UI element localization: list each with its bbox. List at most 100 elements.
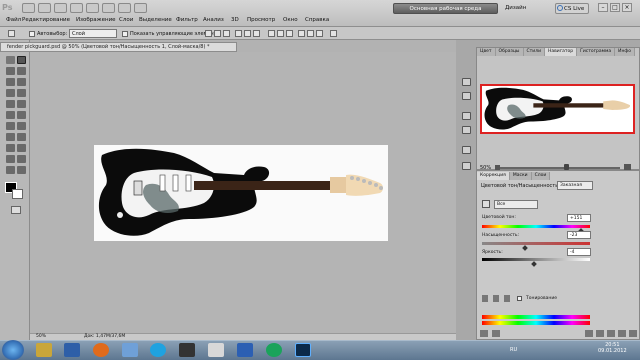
history-brush-tool-icon[interactable] xyxy=(17,100,26,108)
tab-info[interactable]: Инфо xyxy=(615,48,636,56)
gradient-tool-icon[interactable] xyxy=(17,111,26,119)
menu-image[interactable]: Изображение xyxy=(76,17,116,23)
distribute-left-icon[interactable] xyxy=(298,30,305,37)
minimize-button[interactable]: – xyxy=(598,3,608,12)
hue-value-field[interactable]: +151 xyxy=(567,214,591,222)
hand-tool-icon[interactable] xyxy=(6,166,15,174)
clone-stamp-tool-icon[interactable] xyxy=(6,100,15,108)
distribute-vcenter-icon[interactable] xyxy=(277,30,284,37)
explorer-taskbar-icon[interactable] xyxy=(36,343,52,357)
design-workspace-link[interactable]: Дизайн xyxy=(505,5,526,11)
paragraph-panel-icon[interactable] xyxy=(462,126,471,134)
distribute-bottom-icon[interactable] xyxy=(286,30,293,37)
menu-file[interactable]: Файл xyxy=(6,17,21,23)
healing-brush-tool-icon[interactable] xyxy=(6,89,15,97)
visibility-icon[interactable] xyxy=(596,330,604,337)
tab-layers[interactable]: Слои xyxy=(531,172,551,180)
menu-3d[interactable]: 3D xyxy=(231,17,239,23)
tab-styles[interactable]: Стили xyxy=(523,48,545,56)
move-tool-preset-icon[interactable] xyxy=(8,30,15,37)
autoselect-checkbox[interactable] xyxy=(29,31,35,37)
photoshop-taskbar-icon[interactable] xyxy=(295,343,311,357)
app-taskbar-icon[interactable] xyxy=(179,343,195,357)
3d-rotate-tool-icon[interactable] xyxy=(6,155,15,163)
channel-select[interactable]: Все xyxy=(494,200,538,209)
tab-color[interactable]: Цвет xyxy=(477,48,496,56)
saturation-value-field[interactable]: -23 xyxy=(567,231,591,239)
tool-presets-icon[interactable] xyxy=(462,146,471,154)
type-tool-icon[interactable] xyxy=(17,133,26,141)
maximize-button[interactable]: □ xyxy=(610,3,620,12)
brush-panel-icon[interactable] xyxy=(462,162,471,170)
align-top-icon[interactable] xyxy=(205,30,212,37)
brush-tool-icon[interactable] xyxy=(17,89,26,97)
preset-select[interactable]: Заказная xyxy=(557,181,593,190)
zoom-icon[interactable] xyxy=(70,3,83,13)
tab-adjustments[interactable]: Коррекция xyxy=(477,172,510,180)
quick-select-tool-icon[interactable] xyxy=(17,67,26,75)
lightness-value-field[interactable]: -4 xyxy=(567,248,591,256)
network-taskbar-icon[interactable] xyxy=(122,343,138,357)
reset-icon[interactable] xyxy=(618,330,626,337)
show-controls-checkbox[interactable] xyxy=(122,31,128,37)
firefox-taskbar-icon[interactable] xyxy=(93,343,109,357)
tab-swatches[interactable]: Образцы xyxy=(495,48,524,56)
tab-histogram[interactable]: Гистограмма xyxy=(577,48,616,56)
eyedropper-minus-icon[interactable] xyxy=(504,295,510,302)
3d-orbit-tool-icon[interactable] xyxy=(17,155,26,163)
eraser-tool-icon[interactable] xyxy=(6,111,15,119)
start-button[interactable] xyxy=(2,340,24,360)
align-hcenter-icon[interactable] xyxy=(244,30,251,37)
system-clock[interactable]: 20:51 09.01.2012 xyxy=(598,342,627,354)
menu-analysis[interactable]: Анализ xyxy=(203,17,224,23)
bridge-icon[interactable] xyxy=(22,3,35,13)
image-canvas[interactable] xyxy=(94,145,388,241)
view-previous-icon[interactable] xyxy=(607,330,615,337)
screen-mode-icon[interactable] xyxy=(134,3,147,13)
hue-slider-track[interactable] xyxy=(482,225,590,228)
background-color-swatch[interactable] xyxy=(12,189,23,199)
menu-window[interactable]: Окно xyxy=(283,17,298,23)
menu-layers[interactable]: Слои xyxy=(119,17,133,23)
tab-navigator[interactable]: Навигатор xyxy=(545,48,578,56)
menu-view[interactable]: Просмотр xyxy=(247,17,275,23)
auto-align-icon[interactable] xyxy=(330,30,337,37)
word-taskbar-icon[interactable] xyxy=(237,343,253,357)
lightness-slider-track[interactable] xyxy=(482,258,590,261)
arrange-icon[interactable] xyxy=(118,3,131,13)
workspace-button[interactable]: Основная рабочая среда xyxy=(393,3,498,14)
history-panel-icon[interactable] xyxy=(462,78,471,86)
path-select-tool-icon[interactable] xyxy=(6,144,15,152)
autoselect-target-select[interactable]: Слой xyxy=(69,29,117,38)
tab-masks[interactable]: Маски xyxy=(509,172,532,180)
expanded-view-icon[interactable] xyxy=(492,330,500,337)
media-player-taskbar-icon[interactable] xyxy=(64,343,80,357)
utorrent-taskbar-icon[interactable] xyxy=(266,343,282,357)
quick-mask-icon[interactable] xyxy=(11,206,21,214)
actions-panel-icon[interactable] xyxy=(462,92,471,100)
move-tool-icon[interactable] xyxy=(17,56,26,64)
pen-tool-icon[interactable] xyxy=(6,133,15,141)
return-to-list-icon[interactable] xyxy=(480,330,488,337)
crop-tool-icon[interactable] xyxy=(6,78,15,86)
lasso-tool-icon[interactable] xyxy=(6,67,15,75)
close-button[interactable]: × xyxy=(622,3,632,12)
align-right-icon[interactable] xyxy=(253,30,260,37)
clip-to-layer-icon[interactable] xyxy=(585,330,593,337)
menu-filter[interactable]: Фильтр xyxy=(176,17,198,23)
marquee-tool-icon[interactable] xyxy=(6,56,15,64)
blur-tool-icon[interactable] xyxy=(6,122,15,130)
zoom-tool-icon[interactable] xyxy=(17,166,26,174)
saturation-slider-track[interactable] xyxy=(482,242,590,245)
files-taskbar-icon[interactable] xyxy=(208,343,224,357)
character-panel-icon[interactable] xyxy=(462,112,471,120)
menu-select[interactable]: Выделение xyxy=(139,17,172,23)
eyedropper-plus-icon[interactable] xyxy=(493,295,499,302)
distribute-right-icon[interactable] xyxy=(316,30,323,37)
skype-taskbar-icon[interactable] xyxy=(150,343,166,357)
hand-icon[interactable] xyxy=(86,3,99,13)
menu-edit[interactable]: Редактирование xyxy=(22,17,70,23)
shape-tool-icon[interactable] xyxy=(17,144,26,152)
dodge-tool-icon[interactable] xyxy=(17,122,26,130)
align-vcenter-icon[interactable] xyxy=(214,30,221,37)
